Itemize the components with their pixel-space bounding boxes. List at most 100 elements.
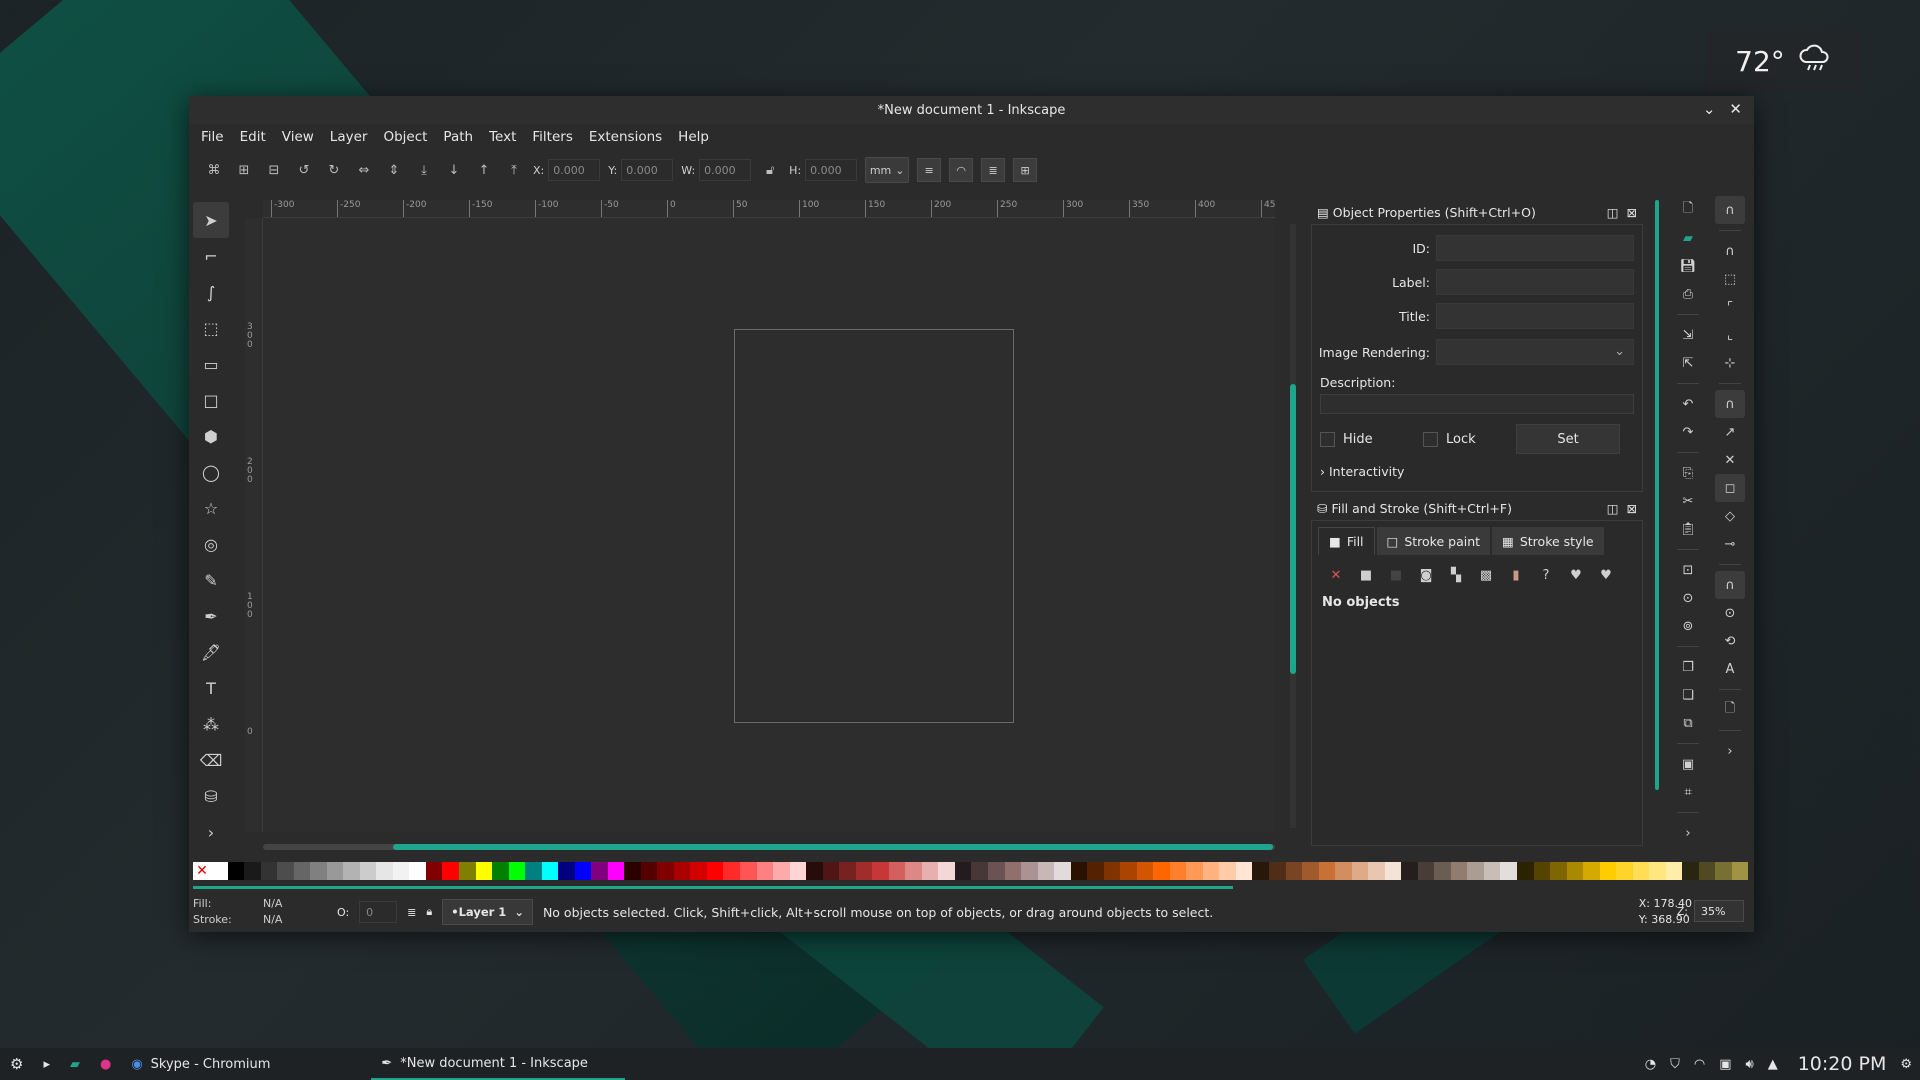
interactivity-expander[interactable]: › Interactivity xyxy=(1312,464,1642,479)
zoom-selection-icon[interactable]: ⊡ xyxy=(1673,556,1703,584)
save-icon[interactable]: 💾︎ xyxy=(1673,252,1703,280)
close-panel-icon[interactable]: ⊠ xyxy=(1627,501,1637,516)
h-input[interactable] xyxy=(805,159,858,181)
palette-swatch[interactable] xyxy=(1715,862,1732,880)
raise-top-icon[interactable]: ⤒ xyxy=(503,159,525,181)
snap-page-icon[interactable]: 🗋︎ xyxy=(1715,696,1745,724)
palette-swatch[interactable] xyxy=(938,862,955,880)
mesh-gradient-icon[interactable]: ▚ xyxy=(1446,565,1466,585)
menu-view[interactable]: View xyxy=(282,129,314,145)
palette-swatch[interactable] xyxy=(1450,862,1468,880)
palette-swatch[interactable] xyxy=(1318,862,1336,880)
palette-swatch[interactable] xyxy=(1285,862,1303,880)
radial-gradient-icon[interactable]: ◙ xyxy=(1416,565,1436,585)
palette-swatch[interactable] xyxy=(1186,862,1203,880)
clock[interactable]: 10:20 PM xyxy=(1798,1053,1887,1075)
paste-icon[interactable]: 📋︎ xyxy=(1673,515,1703,543)
open-file-icon[interactable]: ▰ xyxy=(1673,224,1703,252)
palette-swatch[interactable] xyxy=(591,862,608,880)
palette-swatch[interactable] xyxy=(1533,862,1551,880)
snap-bbox-edge-icon[interactable]: ⬚ xyxy=(1715,265,1745,293)
zoom-drawing-icon[interactable]: ⊙ xyxy=(1673,584,1703,612)
palette-swatch[interactable] xyxy=(359,862,377,880)
snap-nodes-icon[interactable]: ∩ xyxy=(1715,390,1745,418)
copy-icon[interactable]: ⎘ xyxy=(1673,459,1703,487)
palette-swatch[interactable] xyxy=(1401,862,1418,880)
tab-stroke-style[interactable]: ▦ Stroke style xyxy=(1492,527,1604,555)
palette-swatch[interactable] xyxy=(756,862,774,880)
palette-swatch[interactable] xyxy=(1087,862,1104,880)
palette-swatch[interactable] xyxy=(425,862,443,880)
palette-swatch[interactable] xyxy=(525,862,542,880)
palette-swatch[interactable] xyxy=(1384,862,1402,880)
fill-value[interactable]: N/A xyxy=(263,896,303,912)
snap-bbox-center-icon[interactable]: ⊹ xyxy=(1715,349,1745,377)
swatch-icon[interactable]: ▮ xyxy=(1506,565,1526,585)
star-tool[interactable]: ☆ xyxy=(193,490,229,526)
text-tool[interactable]: T xyxy=(193,670,229,706)
palette-swatch[interactable] xyxy=(326,862,344,880)
palette-swatch[interactable] xyxy=(1698,862,1716,880)
image-rendering-select[interactable]: ⌄ xyxy=(1436,339,1634,365)
undock-icon[interactable]: ◫ xyxy=(1607,205,1619,220)
menu-layer[interactable]: Layer xyxy=(330,129,368,145)
palette-swatch[interactable] xyxy=(789,862,807,880)
lower-icon[interactable]: ↓ xyxy=(443,159,465,181)
palette-swatch[interactable] xyxy=(442,862,459,880)
pen-tool[interactable]: ✒ xyxy=(193,598,229,634)
volume-icon[interactable]: 🔊︎ xyxy=(1745,1057,1753,1072)
firefox-button[interactable]: ● xyxy=(90,1048,121,1080)
flip-horizontal-icon[interactable]: ⇔ xyxy=(353,159,375,181)
lock-icon[interactable]: 🔒︎ xyxy=(426,905,432,919)
fill-rule-nonzero-icon[interactable]: ♥ xyxy=(1596,565,1616,585)
palette-swatch[interactable] xyxy=(1467,862,1484,880)
palette-swatch[interactable] xyxy=(508,862,526,880)
palette-swatch[interactable] xyxy=(1434,862,1451,880)
scale-corners-button[interactable]: ◠ xyxy=(949,158,974,182)
description-input[interactable] xyxy=(1320,394,1634,414)
stroke-value[interactable]: N/A xyxy=(263,912,303,928)
tweak-tool[interactable]: ∫ xyxy=(193,274,229,310)
lock-checkbox[interactable] xyxy=(1423,431,1438,447)
selector-tool[interactable]: ➤ xyxy=(193,202,229,238)
tab-stroke-paint[interactable]: □ Stroke paint xyxy=(1376,527,1491,555)
pencil-tool[interactable]: ✎ xyxy=(193,562,229,598)
palette-swatch[interactable] xyxy=(1153,862,1170,880)
palette-swatch[interactable] xyxy=(607,862,625,880)
export-icon[interactable]: ⇱ xyxy=(1673,349,1703,377)
id-input[interactable] xyxy=(1436,235,1634,261)
calligraphy-tool[interactable]: 🖋︎ xyxy=(193,634,229,670)
select-all-layers-icon[interactable]: ⊞ xyxy=(233,159,255,181)
snap-bbox-corner-icon[interactable]: ⌜ xyxy=(1715,293,1745,321)
palette-swatch[interactable] xyxy=(1120,862,1137,880)
new-document-icon[interactable]: 🗋︎ xyxy=(1673,196,1703,224)
unit-select[interactable]: mm ⌄ xyxy=(865,157,910,183)
palette-swatch[interactable] xyxy=(1037,862,1055,880)
no-paint-swatch[interactable]: ✕ xyxy=(193,862,211,880)
canvas[interactable] xyxy=(263,218,1275,832)
close-icon[interactable]: ✕ xyxy=(1729,100,1742,118)
menu-extensions[interactable]: Extensions xyxy=(589,129,662,145)
palette-swatch[interactable] xyxy=(376,862,393,880)
group-icon[interactable]: ▣ xyxy=(1673,750,1703,778)
palette-swatch[interactable] xyxy=(541,862,559,880)
palette-swatch[interactable] xyxy=(1566,862,1584,880)
lock-ratio-icon[interactable]: 🔓︎ xyxy=(759,159,781,181)
palette-swatch[interactable] xyxy=(1021,862,1038,880)
tab-fill[interactable]: ■ Fill xyxy=(1318,527,1375,555)
menu-object[interactable]: Object xyxy=(383,129,427,145)
palette-swatch[interactable] xyxy=(839,862,856,880)
palette-swatch[interactable] xyxy=(971,862,988,880)
palette-swatch[interactable] xyxy=(1169,862,1187,880)
palette-swatch[interactable] xyxy=(492,862,509,880)
snap-object-center-icon[interactable]: ⊙ xyxy=(1715,599,1745,627)
raise-icon[interactable]: ↑ xyxy=(473,159,495,181)
snap-text-baseline-icon[interactable]: A xyxy=(1715,655,1745,683)
palette-swatch[interactable] xyxy=(657,862,674,880)
spray-tool[interactable]: ⁂ xyxy=(193,706,229,742)
menu-help[interactable]: Help xyxy=(678,129,709,145)
palette-swatch[interactable] xyxy=(706,862,724,880)
snap-cusp-icon[interactable]: ◻ xyxy=(1715,474,1745,502)
palette-swatch[interactable] xyxy=(1665,862,1683,880)
move-patterns-button[interactable]: ⊞ xyxy=(1013,158,1038,182)
